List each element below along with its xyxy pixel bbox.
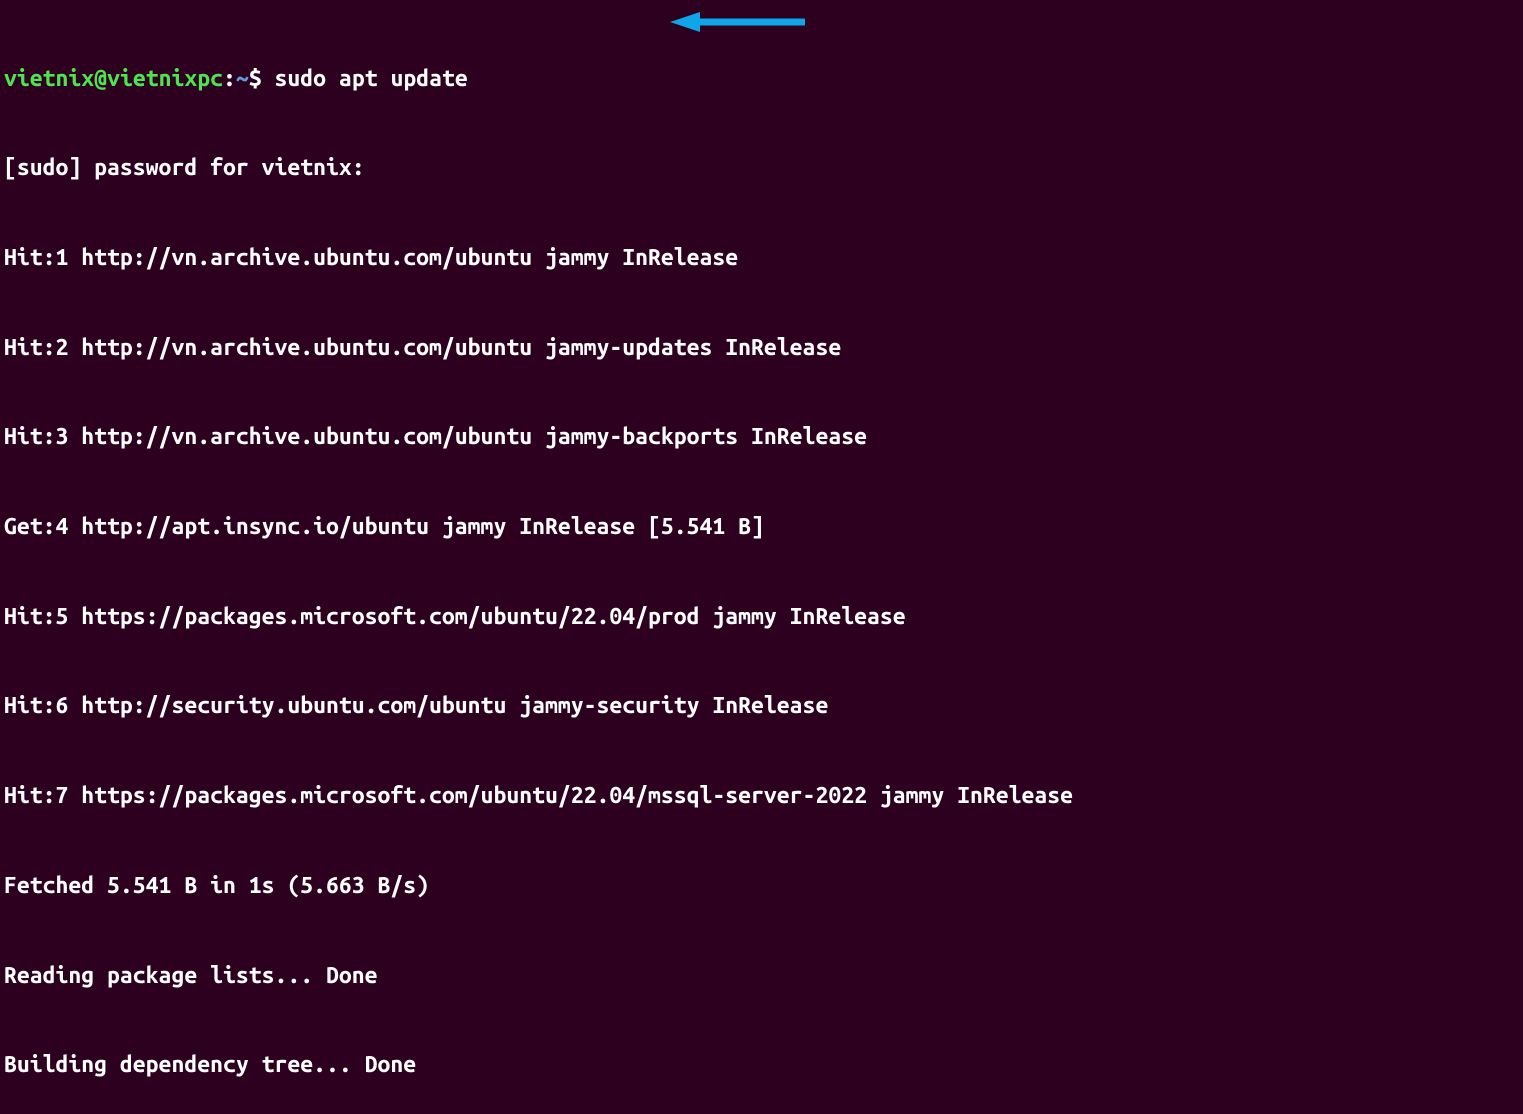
command-input[interactable]: sudo apt update	[262, 66, 468, 91]
output-line: Building dependency tree... Done	[4, 1050, 1519, 1080]
prompt-path: ~	[236, 66, 249, 91]
output-line: Reading package lists... Done	[4, 961, 1519, 991]
prompt-user: vietnix	[4, 66, 94, 91]
prompt-colon: :	[223, 66, 236, 91]
output-line: Get:4 http://apt.insync.io/ubuntu jammy …	[4, 512, 1519, 542]
output-line: Hit:2 http://vn.archive.ubuntu.com/ubunt…	[4, 333, 1519, 363]
output-line: Fetched 5.541 B in 1s (5.663 B/s)	[4, 871, 1519, 901]
terminal-window[interactable]: vietnix@vietnixpc:~$ sudo apt update [su…	[4, 4, 1519, 1114]
output-line: Hit:3 http://vn.archive.ubuntu.com/ubunt…	[4, 422, 1519, 452]
prompt-host: vietnixpc	[107, 66, 223, 91]
output-line: Hit:6 http://security.ubuntu.com/ubuntu …	[4, 691, 1519, 721]
prompt-line-1: vietnix@vietnixpc:~$ sudo apt update	[4, 64, 1519, 94]
output-line: Hit:1 http://vn.archive.ubuntu.com/ubunt…	[4, 243, 1519, 273]
output-line: [sudo] password for vietnix:	[4, 153, 1519, 183]
output-line: Hit:5 https://packages.microsoft.com/ubu…	[4, 602, 1519, 632]
prompt-at: @	[94, 66, 107, 91]
output-line: Hit:7 https://packages.microsoft.com/ubu…	[4, 781, 1519, 811]
prompt-dollar: $	[249, 66, 262, 91]
